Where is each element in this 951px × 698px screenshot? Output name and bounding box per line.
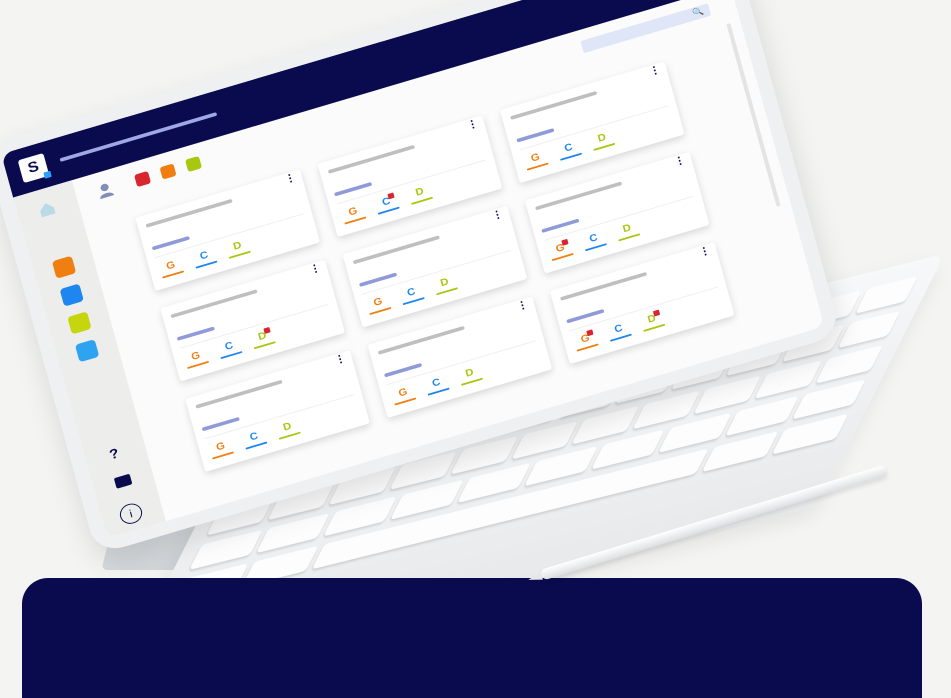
info-button[interactable]: i bbox=[117, 500, 145, 527]
app-logo[interactable]: S bbox=[17, 152, 50, 184]
card-menu-icon[interactable]: ⋮ bbox=[698, 245, 712, 259]
status-c[interactable]: C bbox=[192, 248, 218, 269]
status-d[interactable]: D bbox=[457, 365, 483, 386]
more-icon[interactable]: ••• bbox=[615, 0, 636, 2]
card-title-placeholder bbox=[327, 144, 415, 174]
status-g[interactable]: G bbox=[366, 294, 392, 316]
search-icon: 🔍 bbox=[691, 5, 705, 18]
sidebar-item-team[interactable] bbox=[74, 339, 100, 363]
card-menu-icon[interactable]: ⋮ bbox=[333, 353, 347, 367]
status-c[interactable]: C bbox=[424, 375, 450, 396]
card-menu-icon[interactable]: ⋮ bbox=[466, 118, 480, 132]
status-c[interactable]: C bbox=[606, 321, 632, 342]
status-d[interactable]: D bbox=[407, 184, 434, 205]
status-d[interactable]: D bbox=[275, 419, 301, 440]
card-title-placeholder bbox=[510, 90, 598, 120]
card-menu-icon[interactable]: ⋮ bbox=[673, 154, 687, 168]
status-g[interactable]: G bbox=[523, 149, 549, 171]
sidebar-item-orange[interactable] bbox=[51, 255, 77, 279]
status-g[interactable]: G bbox=[573, 329, 599, 352]
status-c[interactable]: C bbox=[399, 284, 425, 306]
card-title-placeholder bbox=[170, 289, 258, 319]
card-title-placeholder bbox=[535, 181, 623, 211]
user-icon[interactable] bbox=[94, 180, 116, 201]
home-icon[interactable] bbox=[36, 199, 58, 220]
legend-orange[interactable] bbox=[159, 163, 177, 180]
card-title-placeholder bbox=[195, 379, 283, 409]
status-g[interactable]: G bbox=[208, 438, 235, 460]
status-c[interactable]: C bbox=[374, 192, 400, 215]
card-title-placeholder bbox=[560, 271, 648, 301]
status-d[interactable]: D bbox=[250, 326, 276, 350]
legend-lime[interactable] bbox=[185, 155, 203, 173]
scrollbar[interactable] bbox=[726, 23, 781, 207]
status-d[interactable]: D bbox=[225, 238, 251, 259]
status-c[interactable]: C bbox=[242, 428, 268, 450]
status-g[interactable]: G bbox=[548, 238, 574, 262]
status-d[interactable]: D bbox=[640, 309, 666, 332]
card-title-placeholder bbox=[377, 325, 465, 355]
card-menu-icon[interactable]: ⋮ bbox=[491, 208, 505, 222]
status-c[interactable]: C bbox=[217, 338, 243, 360]
card-menu-icon[interactable]: ⋮ bbox=[308, 262, 322, 276]
card-title-placeholder bbox=[352, 235, 440, 265]
card-title-placeholder bbox=[145, 198, 233, 228]
status-g[interactable]: G bbox=[391, 384, 417, 406]
footer-band bbox=[22, 578, 922, 698]
status-d[interactable]: D bbox=[432, 274, 459, 296]
status-d[interactable]: D bbox=[590, 130, 616, 151]
status-d[interactable]: D bbox=[615, 220, 641, 242]
card-menu-icon[interactable]: ⋮ bbox=[284, 172, 298, 186]
status-g[interactable]: G bbox=[341, 203, 367, 225]
status-g[interactable]: G bbox=[159, 257, 185, 279]
folder-icon[interactable] bbox=[113, 473, 133, 489]
help-button[interactable]: ? bbox=[108, 446, 121, 463]
status-c[interactable]: C bbox=[556, 140, 583, 161]
status-g[interactable]: G bbox=[183, 348, 210, 370]
card-menu-icon[interactable]: ⋮ bbox=[648, 64, 662, 78]
sidebar-item-lime[interactable] bbox=[67, 311, 92, 335]
status-c[interactable]: C bbox=[581, 230, 607, 252]
card-menu-icon[interactable]: ⋮ bbox=[516, 299, 530, 313]
legend-red[interactable] bbox=[134, 170, 152, 188]
sidebar-item-blue[interactable] bbox=[59, 283, 84, 307]
